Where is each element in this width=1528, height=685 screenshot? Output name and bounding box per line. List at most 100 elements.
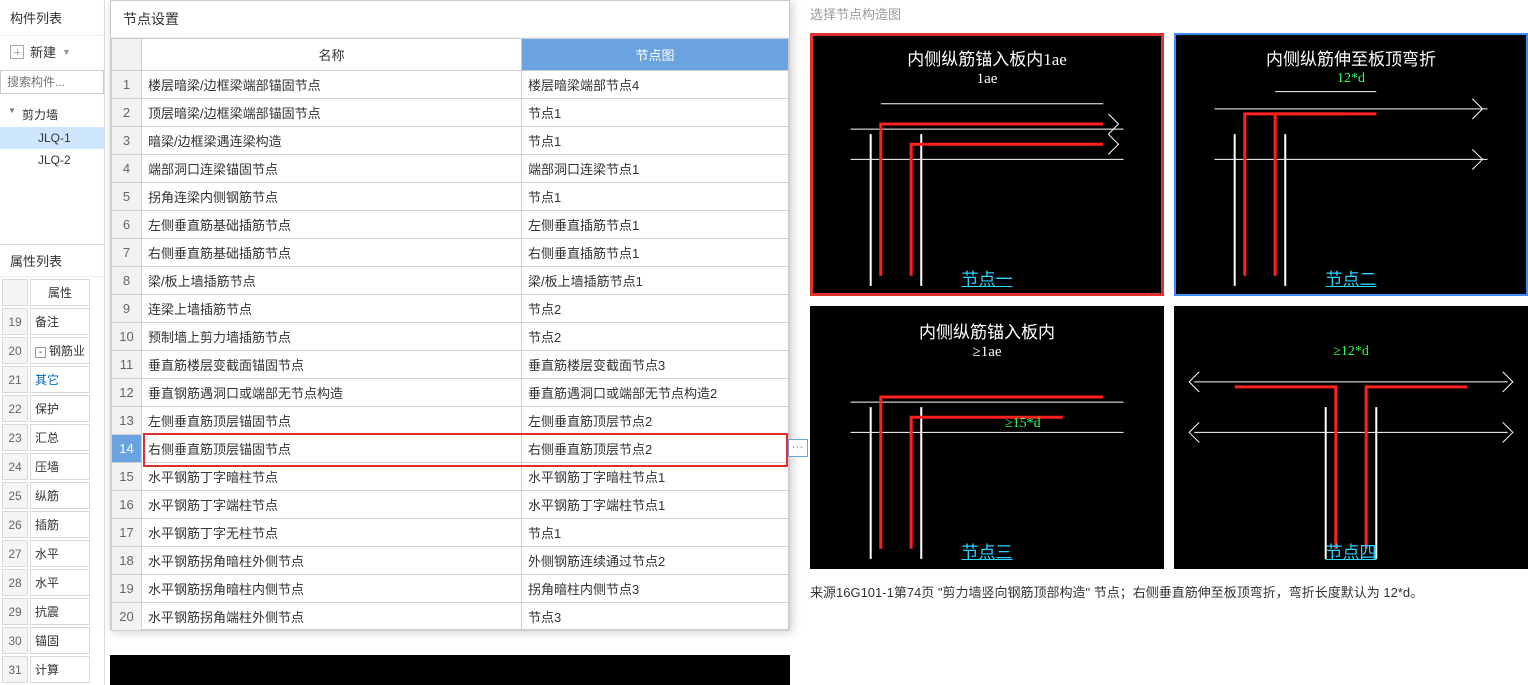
property-name: 汇总 [30,424,90,451]
node-diagram-value[interactable]: 节点1 [522,99,789,127]
row-num: 23 [2,424,28,451]
property-row[interactable]: 20-钢筋业 [2,337,90,364]
node-diagram-value[interactable]: 楼层暗梁端部节点4 [522,71,789,99]
node-row[interactable]: 13左侧垂直筋顶层锚固节点左侧垂直筋顶层节点2 [112,407,789,435]
node-row[interactable]: 9连梁上墙插筋节点节点2 [112,295,789,323]
node-diagram-value[interactable]: 节点1 [522,183,789,211]
row-num: 1 [112,71,142,99]
node-diagram-value[interactable]: 外侧钢筋连续通过节点2 [522,547,789,575]
tree-item[interactable]: JLQ-2 [0,149,104,171]
property-name: 水平 [30,540,90,567]
node-name: 垂直钢筋遇洞口或端部无节点构造 [142,379,522,407]
diagram-subtitle: 12*d [1174,71,1528,87]
node-diagram-value[interactable]: 节点3 [522,603,789,631]
node-row[interactable]: 17水平钢筋丁字无柱节点节点1 [112,519,789,547]
diagram-label[interactable]: 节点三 [810,538,1164,563]
search-input[interactable] [0,70,104,94]
diagram-subtitle: ≥1ae [810,344,1164,361]
node-row[interactable]: 7右侧垂直筋基础插筋节点右侧垂直插筋节点1 [112,239,789,267]
more-button[interactable]: ⋯ [788,439,808,457]
node-diagram-value[interactable]: 节点1 [522,519,789,547]
diagram-option[interactable]: 内侧纵筋锚入板内≥1ae≥15*d节点三 [810,306,1164,569]
property-row[interactable]: 28水平 [2,569,90,596]
property-name: 锚固 [30,627,90,654]
node-diagram-value[interactable]: 节点2 [522,295,789,323]
node-name: 水平钢筋拐角暗柱内侧节点 [142,575,522,603]
property-name: 保护 [30,395,90,422]
node-row[interactable]: 4端部洞口连梁锚固节点端部洞口连梁节点1 [112,155,789,183]
node-diagram-value[interactable]: 左侧垂直筋顶层节点2 [522,407,789,435]
node-diagram-value[interactable]: 右侧垂直插筋节点1 [522,239,789,267]
property-row[interactable]: 19备注 [2,308,90,335]
property-name: 纵筋 [30,482,90,509]
property-row[interactable]: 25纵筋 [2,482,90,509]
property-name: 计算 [30,656,90,683]
node-row[interactable]: 19水平钢筋拐角暗柱内侧节点拐角暗柱内侧节点3 [112,575,789,603]
node-diagram-value[interactable]: 垂直筋遇洞口或端部无节点构造2 [522,379,789,407]
node-name: 拐角连梁内侧钢筋节点 [142,183,522,211]
node-row[interactable]: 18水平钢筋拐角暗柱外侧节点外侧钢筋连续通过节点2 [112,547,789,575]
diagram-option[interactable]: ≥12*d 节点四 [1174,306,1528,569]
node-row[interactable]: 3暗梁/边框梁遇连梁构造节点1 [112,127,789,155]
property-row[interactable]: 30锚固 [2,627,90,654]
node-row[interactable]: 5拐角连梁内侧钢筋节点节点1 [112,183,789,211]
diagram-label[interactable]: 节点一 [810,265,1164,290]
property-row[interactable]: 27水平 [2,540,90,567]
row-num: 22 [2,395,28,422]
node-row[interactable]: 8梁/板上墙插筋节点梁/板上墙插筋节点1 [112,267,789,295]
tree-parent[interactable]: 剪力墙 [0,102,104,127]
property-row[interactable]: 23汇总 [2,424,90,451]
node-row[interactable]: 16水平钢筋丁字端柱节点水平钢筋丁字端柱节点1 [112,491,789,519]
row-num: 11 [112,351,142,379]
source-text: 来源16G101-1第74页 "剪力墙竖向钢筋顶部构造" 节点；右侧垂直筋伸至板… [810,583,1528,604]
row-num: 26 [2,511,28,538]
node-diagram-value[interactable]: 左侧垂直插筋节点1 [522,211,789,239]
node-diagram-value[interactable]: 拐角暗柱内侧节点3 [522,575,789,603]
node-diagram-value[interactable]: 端部洞口连梁节点1 [522,155,789,183]
property-row[interactable]: 29抗震 [2,598,90,625]
node-diagram-value[interactable]: 垂直筋楼层变截面节点3 [522,351,789,379]
row-num: 24 [2,453,28,480]
node-row[interactable]: 2顶层暗梁/边框梁端部锚固节点节点1 [112,99,789,127]
node-name: 梁/板上墙插筋节点 [142,267,522,295]
property-row[interactable]: 21其它 [2,366,90,393]
node-diagram-value[interactable]: 梁/板上墙插筋节点1 [522,267,789,295]
node-name: 水平钢筋丁字暗柱节点 [142,463,522,491]
row-num: 13 [112,407,142,435]
node-diagram-value[interactable]: 节点2 [522,323,789,351]
node-row[interactable]: 1楼层暗梁/边框梁端部锚固节点楼层暗梁端部节点4 [112,71,789,99]
new-button-label: 新建 [30,42,56,61]
new-button[interactable]: 新建 ▼ [0,36,104,67]
diagram-label[interactable]: 节点四 [1174,538,1528,563]
expand-icon[interactable]: - [35,347,46,358]
diagram-panel: 选择节点构造图 内侧纵筋锚入板内1ae1ae节点一内侧纵筋伸至板顶弯折12*d节… [810,0,1528,685]
node-row[interactable]: 14右侧垂直筋顶层锚固节点右侧垂直筋顶层节点2 [112,435,789,463]
diagram-subtitle: 1ae [810,71,1164,88]
node-name: 楼层暗梁/边框梁端部锚固节点 [142,71,522,99]
node-row[interactable]: 12垂直钢筋遇洞口或端部无节点构造垂直筋遇洞口或端部无节点构造2 [112,379,789,407]
diagram-option[interactable]: 内侧纵筋锚入板内1ae1ae节点一 [810,33,1164,296]
node-diagram-value[interactable]: 水平钢筋丁字暗柱节点1 [522,463,789,491]
node-row[interactable]: 20水平钢筋拐角端柱外侧节点节点3 [112,603,789,631]
property-row[interactable]: 26插筋 [2,511,90,538]
property-name: 备注 [30,308,90,335]
property-row[interactable]: 31计算 [2,656,90,683]
node-diagram-value[interactable]: 右侧垂直筋顶层节点2 [522,435,789,463]
node-diagram-value[interactable]: 水平钢筋丁字端柱节点1 [522,491,789,519]
node-name: 左侧垂直筋基础插筋节点 [142,211,522,239]
row-num: 21 [2,366,28,393]
node-row[interactable]: 11垂直筋楼层变截面锚固节点垂直筋楼层变截面节点3 [112,351,789,379]
diagram-option[interactable]: 内侧纵筋伸至板顶弯折12*d节点二 [1174,33,1528,296]
diagram-label[interactable]: 节点二 [1174,265,1528,290]
node-row[interactable]: 6左侧垂直筋基础插筋节点左侧垂直插筋节点1 [112,211,789,239]
row-num: 16 [112,491,142,519]
node-row[interactable]: 10预制墙上剪力墙插筋节点节点2 [112,323,789,351]
row-num: 3 [112,127,142,155]
diagram-subtitle: ≥12*d [1174,344,1528,360]
node-diagram-value[interactable]: 节点1 [522,127,789,155]
node-name: 左侧垂直筋顶层锚固节点 [142,407,522,435]
node-row[interactable]: 15水平钢筋丁字暗柱节点水平钢筋丁字暗柱节点1 [112,463,789,491]
property-row[interactable]: 22保护 [2,395,90,422]
property-row[interactable]: 24压墙 [2,453,90,480]
tree-item[interactable]: JLQ-1 [0,127,104,149]
